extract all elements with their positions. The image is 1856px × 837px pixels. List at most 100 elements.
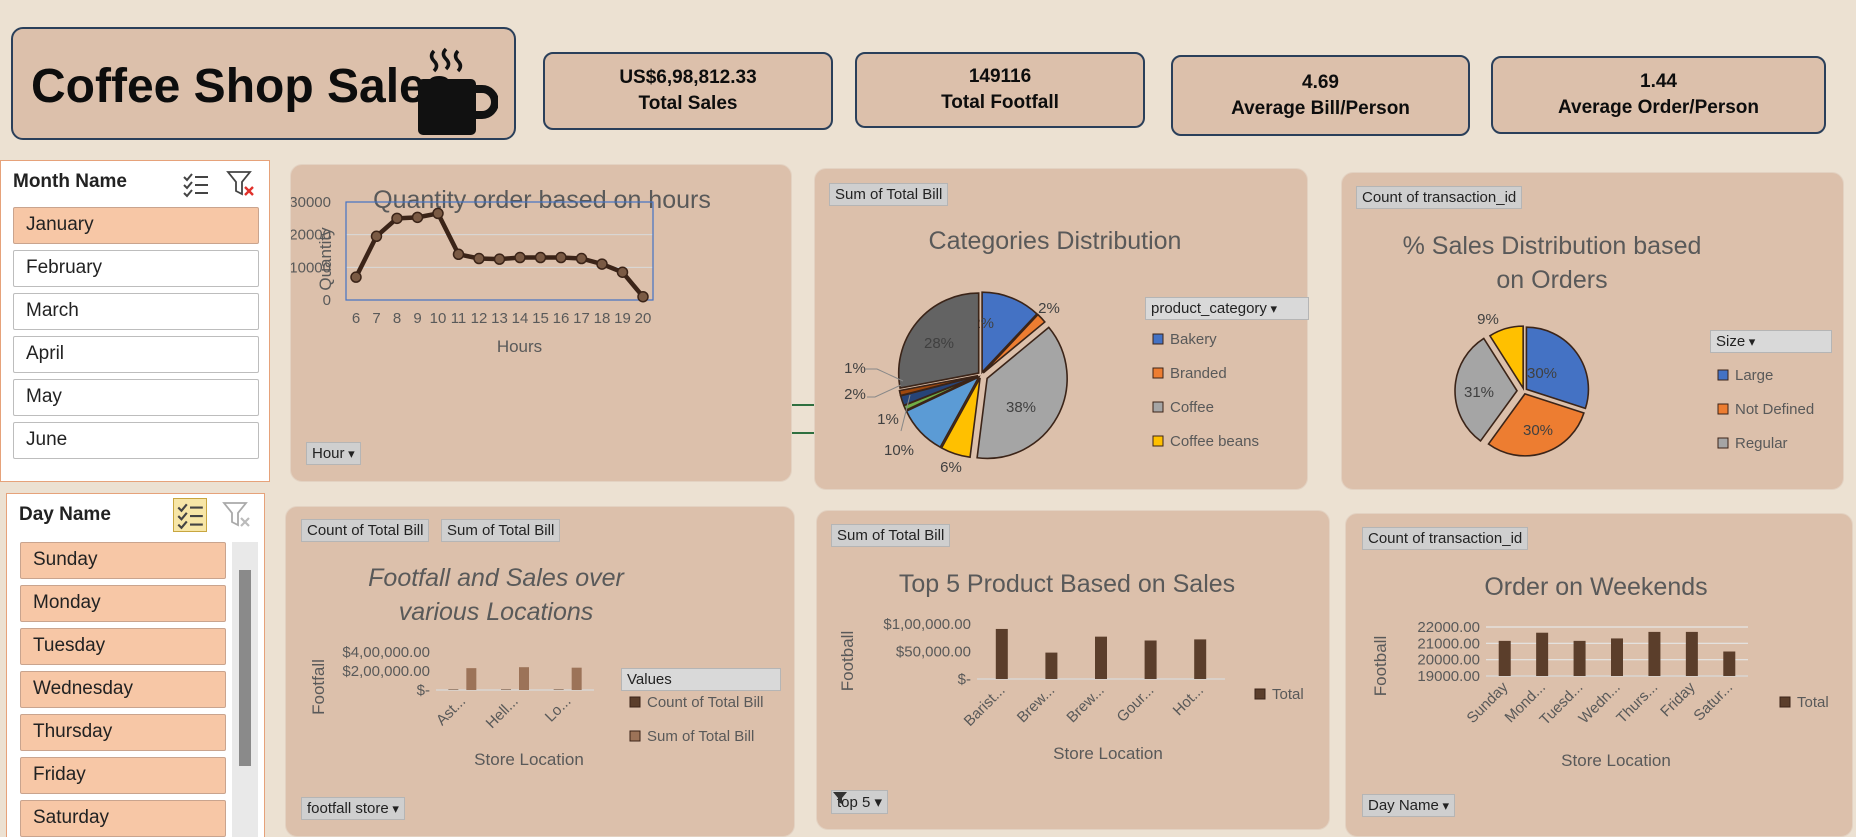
- multi-select-toggle[interactable]: [173, 498, 207, 532]
- y-tick-label: 21000.00: [1417, 635, 1480, 652]
- top5-filter-button[interactable]: top 5 ▾: [831, 790, 889, 814]
- month-item-june[interactable]: June: [13, 422, 259, 459]
- bar: [571, 667, 582, 690]
- hours-line-chart: 30000200001000006 7 8 9 10 11 12 13 14 15 16 17 18 19…: [291, 194, 654, 356]
- x-tick-label: 14: [512, 310, 529, 327]
- footfall-store-filter[interactable]: footfall store: [301, 797, 405, 820]
- bar: [1723, 651, 1736, 676]
- month-item-january[interactable]: January: [13, 207, 259, 244]
- data-label: 30%: [1523, 422, 1553, 439]
- kpi-total-footfall: 149116 Total Footfall: [855, 52, 1145, 128]
- leader-line: [865, 368, 904, 382]
- legend-label: Coffee: [1170, 399, 1214, 416]
- x-axis-label: Store Location: [474, 750, 584, 769]
- y-tick-label: 30000: [291, 194, 331, 211]
- x-tick-label: Lo...: [542, 693, 575, 726]
- data-point: [596, 258, 608, 270]
- x-tick-label: Hot...: [1170, 682, 1207, 719]
- clear-filter-icon[interactable]: [226, 169, 256, 199]
- multi-select-icon: [177, 503, 203, 530]
- x-tick-label: Brew...: [1063, 682, 1107, 726]
- data-point: [534, 251, 547, 264]
- x-tick-label: 6: [352, 310, 360, 327]
- x-tick-label: 7: [372, 310, 380, 327]
- x-axis-label: Store Location: [1561, 751, 1671, 770]
- month-item-april[interactable]: April: [13, 336, 259, 373]
- x-axis-label: Store Location: [1053, 744, 1163, 763]
- month-item-february[interactable]: February: [13, 250, 259, 287]
- category-legend-filter[interactable]: product_category: [1145, 297, 1309, 320]
- dashboard-title-box: Coffee Shop Sales: [11, 27, 516, 140]
- data-point: [391, 212, 403, 225]
- multi-select-icon[interactable]: [181, 169, 211, 199]
- legend-swatch: [1779, 696, 1791, 708]
- day-name-filter[interactable]: Day Name: [1362, 794, 1455, 817]
- month-item-may[interactable]: May: [13, 379, 259, 416]
- x-tick-label: 12: [471, 310, 488, 327]
- legend-label: Regular: [1735, 435, 1788, 452]
- y-tick-label: $-: [958, 671, 971, 688]
- y-tick-label: 20000.00: [1417, 652, 1480, 669]
- data-label: 10%: [884, 442, 914, 459]
- legend-label: Branded: [1170, 365, 1227, 382]
- day-item-tuesday[interactable]: Tuesday: [20, 628, 226, 665]
- legend-swatch: [1152, 367, 1164, 379]
- data-point: [514, 251, 526, 264]
- locations-chart-panel: Count of Total Bill Sum of Total Bill Fo…: [285, 506, 795, 837]
- day-slicer-title: Day Name: [19, 504, 111, 525]
- y-tick-label: $50,000.00: [896, 644, 971, 661]
- x-tick-label: 13: [491, 310, 508, 327]
- legend-label: Bakery: [1170, 331, 1217, 348]
- bar: [1611, 638, 1623, 676]
- categories-pie-chart: 12%2%38%6%10%1%2%1%28%BakeryBrandedCoffe…: [844, 291, 1259, 476]
- data-point: [493, 253, 506, 265]
- bar: [519, 667, 529, 690]
- legend-swatch: [629, 730, 641, 742]
- sizes-chart-panel: Count of transaction_id % Sales Distribu…: [1341, 172, 1844, 490]
- kpi-label: Total Sales: [638, 93, 738, 114]
- day-item-monday[interactable]: Monday: [20, 585, 226, 622]
- bar: [1573, 640, 1586, 676]
- size-legend-filter[interactable]: Size: [1710, 330, 1832, 353]
- slicer-scrollbar-thumb[interactable]: [239, 570, 251, 766]
- data-point: [473, 252, 485, 265]
- legend-label: Coffee beans: [1170, 433, 1259, 450]
- day-item-saturday[interactable]: Saturday: [20, 800, 226, 837]
- day-item-sunday[interactable]: Sunday: [20, 542, 226, 579]
- data-point: [452, 248, 465, 261]
- dropdown-arrow-icon: ▾: [874, 794, 883, 811]
- data-point: [555, 251, 567, 264]
- x-tick-label: Thurs...: [1613, 679, 1661, 727]
- bar: [1685, 631, 1698, 676]
- data-point: [616, 266, 629, 278]
- x-tick-label: 11: [451, 310, 467, 327]
- legend-swatch: [1254, 688, 1266, 700]
- legend-swatch: [1152, 401, 1164, 413]
- x-tick-label: Gour...: [1114, 682, 1158, 726]
- kpi-value: 149116: [968, 66, 1032, 88]
- top5-bar-chart: $1,00,000.00$50,000.00$-Barist... Brew...…: [838, 616, 1304, 763]
- y-tick-label: 22000.00: [1417, 619, 1480, 636]
- day-item-friday[interactable]: Friday: [20, 757, 226, 794]
- coffee-mug-icon: [418, 47, 498, 135]
- kpi-label: Average Order/Person: [1558, 97, 1759, 118]
- legend-label: Total: [1797, 694, 1829, 711]
- x-tick-label: Satur...: [1690, 679, 1736, 725]
- x-axis-label: Hours: [497, 337, 542, 356]
- bar: [1648, 631, 1661, 676]
- leader-line: [867, 384, 902, 398]
- data-label: 1%: [844, 360, 866, 377]
- filter-icon: [833, 792, 847, 804]
- hour-filter-button[interactable]: Hour: [306, 442, 361, 465]
- hours-chart-panel: Quantity order based on hours 30000 20000…: [290, 164, 792, 482]
- day-item-thursday[interactable]: Thursday: [20, 714, 226, 751]
- day-item-wednesday[interactable]: Wednesday: [20, 671, 226, 708]
- month-item-march[interactable]: March: [13, 293, 259, 330]
- kpi-label: Average Bill/Person: [1231, 97, 1410, 119]
- bar: [1045, 652, 1058, 679]
- clear-filter-icon[interactable]: [222, 500, 252, 530]
- kpi-value: 4.69: [1302, 71, 1339, 93]
- data-label: 31%: [1464, 384, 1494, 401]
- data-point: [411, 211, 424, 224]
- dashboard-title: Coffee Shop Sales: [31, 60, 453, 113]
